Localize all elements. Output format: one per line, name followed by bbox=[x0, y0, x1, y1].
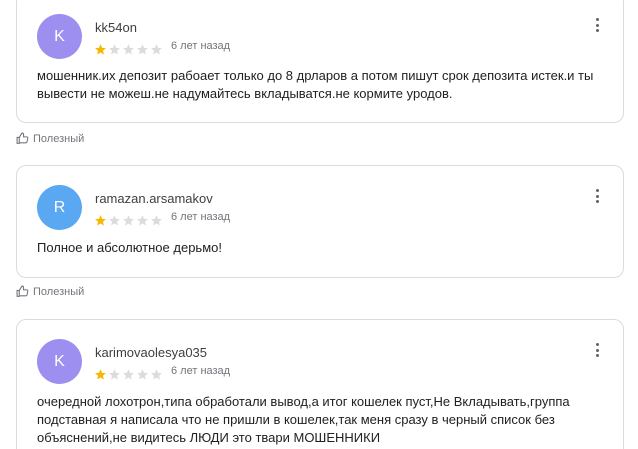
star-empty-icon bbox=[123, 369, 134, 380]
avatar[interactable]: K bbox=[37, 14, 82, 59]
helpful-button[interactable]: Полезный bbox=[16, 285, 84, 298]
star-empty-icon bbox=[137, 44, 148, 55]
review-feed: K kk54on 6 лет назад мошенник.их депозит… bbox=[0, 0, 638, 449]
more-options-icon[interactable] bbox=[591, 341, 603, 359]
star-empty-icon bbox=[123, 44, 134, 55]
review-time: 6 лет назад bbox=[171, 211, 231, 223]
helpful-button[interactable]: Полезный bbox=[16, 132, 84, 145]
reviewer-name[interactable]: karimovaolesya035 bbox=[95, 345, 207, 360]
star-rating bbox=[94, 368, 164, 381]
review-card: K karimovaolesya035 6 лет назад очередно… bbox=[16, 319, 624, 449]
thumbs-up-icon bbox=[16, 132, 29, 144]
more-options-icon[interactable] bbox=[591, 187, 603, 205]
more-options-icon[interactable] bbox=[591, 16, 603, 34]
review-text: мошенник.их депозит рабоает только до 8 … bbox=[37, 68, 594, 101]
star-empty-icon bbox=[137, 215, 148, 226]
star-filled-icon bbox=[95, 369, 106, 380]
star-empty-icon bbox=[151, 44, 162, 55]
review-time: 6 лет назад bbox=[171, 365, 231, 377]
star-empty-icon bbox=[109, 369, 120, 380]
review-card: R ramazan.arsamakov 6 лет назад Полное и… bbox=[16, 165, 624, 278]
reviewer-name[interactable]: ramazan.arsamakov bbox=[95, 191, 213, 206]
star-empty-icon bbox=[137, 369, 148, 380]
review-card: K kk54on 6 лет назад мошенник.их депозит… bbox=[16, 0, 624, 123]
avatar[interactable]: K bbox=[37, 339, 82, 384]
thumbs-up-icon bbox=[16, 285, 29, 297]
review-text: очередной лохотрон,типа обработали вывод… bbox=[37, 394, 570, 445]
star-empty-icon bbox=[109, 44, 120, 55]
avatar[interactable]: R bbox=[37, 185, 82, 230]
star-empty-icon bbox=[151, 369, 162, 380]
helpful-label: Полезный bbox=[33, 285, 85, 298]
star-filled-icon bbox=[95, 44, 106, 55]
review-text: Полное и абсолютное дерьмо! bbox=[37, 240, 222, 255]
star-empty-icon bbox=[109, 215, 120, 226]
star-rating bbox=[94, 43, 164, 56]
star-empty-icon bbox=[123, 215, 134, 226]
helpful-label: Полезный bbox=[33, 132, 85, 145]
reviewer-name[interactable]: kk54on bbox=[95, 20, 137, 35]
review-time: 6 лет назад bbox=[171, 40, 231, 52]
star-empty-icon bbox=[151, 215, 162, 226]
star-rating bbox=[94, 214, 164, 227]
star-filled-icon bbox=[95, 215, 106, 226]
